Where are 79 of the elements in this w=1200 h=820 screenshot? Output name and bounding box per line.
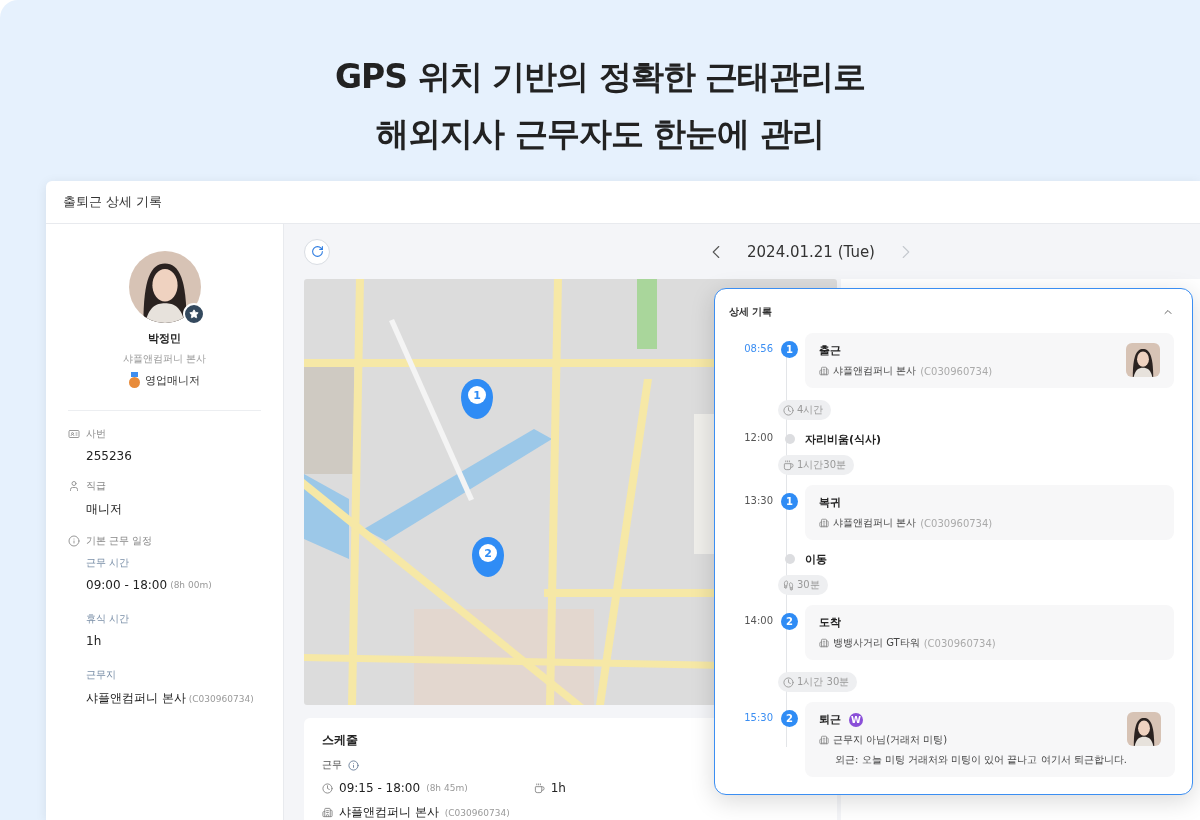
cup-icon bbox=[783, 459, 794, 471]
event-card[interactable]: 도착 뱅뱅사거리 GT타워 (C030960734) bbox=[805, 605, 1174, 660]
field-note: (8h 00m) bbox=[170, 580, 212, 590]
schedule-title: 스케줄 bbox=[322, 732, 359, 749]
event-time: 14:00 bbox=[743, 614, 773, 628]
field-label: 근무 시간 bbox=[86, 556, 131, 570]
event-code: (C030960734) bbox=[920, 365, 993, 377]
field-value: 매니저 bbox=[85, 501, 123, 518]
building-icon bbox=[819, 518, 829, 528]
medal-icon bbox=[129, 372, 140, 388]
field-value: 1h bbox=[86, 634, 102, 648]
duration-pill: 30분 bbox=[778, 575, 828, 595]
cup-icon bbox=[533, 782, 545, 794]
schedule-place: 샤플앤컴퍼니 본사 bbox=[339, 804, 439, 820]
popup-title: 상세 기록 bbox=[729, 305, 773, 319]
profile-name: 박정민 bbox=[148, 331, 181, 346]
field-label: 근무지 bbox=[86, 668, 117, 682]
event-code: (C030960734) bbox=[923, 637, 996, 649]
event-place: 근무지 아님(거래처 미팅) bbox=[833, 733, 948, 747]
field-label: 사번 bbox=[86, 427, 106, 441]
headline: GPS 위치 기반의 정확한 근태관리로 bbox=[335, 56, 865, 98]
schedule-code: (C030960734) bbox=[444, 807, 510, 818]
event-title: 이동 bbox=[805, 552, 828, 567]
field-value: 09:00 - 18:00 bbox=[86, 578, 168, 592]
person-icon bbox=[68, 480, 80, 492]
profile-role: 영업매니저 bbox=[145, 372, 200, 388]
clock-icon bbox=[783, 676, 794, 688]
id-card-icon bbox=[68, 428, 80, 440]
schedule-time: 09:15 - 18:00 bbox=[339, 781, 421, 795]
date-label: 2024.01.21 (Tue) bbox=[747, 242, 875, 261]
event-time: 08:56 bbox=[743, 342, 773, 356]
event-code: (C030960734) bbox=[920, 517, 993, 529]
duration-pill: 1시간30분 bbox=[778, 455, 855, 475]
footprints-icon bbox=[783, 579, 794, 591]
event-time: 13:30 bbox=[743, 494, 773, 508]
refresh-button[interactable] bbox=[304, 238, 330, 265]
event-title: 복귀 bbox=[819, 495, 841, 510]
field-label: 직급 bbox=[86, 479, 106, 493]
field-value: 샤플앤컴퍼니 본사 bbox=[86, 690, 186, 707]
info-icon bbox=[68, 535, 80, 547]
building-icon bbox=[322, 807, 333, 818]
headline: 해외지사 근무자도 한눈에 관리 bbox=[376, 113, 824, 155]
event-card[interactable]: 출근 샤플앤컴퍼니 본사 (C030960734) bbox=[805, 333, 1174, 388]
info-icon bbox=[348, 759, 359, 771]
step-number: 2 bbox=[781, 710, 798, 727]
duration-pill: 1시간 30분 bbox=[778, 672, 858, 692]
refresh-icon bbox=[310, 245, 324, 258]
event-place: 뱅뱅사거리 GT타워 bbox=[833, 636, 920, 650]
event-title: 자리비움(식사) bbox=[805, 432, 883, 447]
step-number: 2 bbox=[781, 613, 798, 630]
profile-company: 샤플앤컴퍼니 본사 bbox=[122, 352, 207, 366]
field-value: 255236 bbox=[85, 449, 133, 463]
clock-icon bbox=[783, 404, 794, 416]
field-label: 휴식 시간 bbox=[86, 612, 131, 626]
clock-icon bbox=[322, 782, 333, 794]
field-label: 기본 근무 일정 bbox=[86, 534, 153, 548]
schedule-duration: (8h 45m) bbox=[426, 783, 468, 793]
event-card[interactable]: 복귀 샤플앤컴퍼니 본사 (C030960734) bbox=[805, 485, 1174, 540]
event-card[interactable]: 퇴근 W 근무지 아님(거래처 미팅) 외근: 오늘 미팅 거래처와 미팅이 있어 끝나고 여기서 퇴근합니다. bbox=[805, 702, 1175, 777]
field-note: (C030960734) bbox=[188, 693, 254, 704]
event-title: 출근 bbox=[819, 343, 841, 358]
event-place: 샤플앤컴퍼니 본사 bbox=[833, 364, 917, 378]
event-place: 샤플앤컴퍼니 본사 bbox=[833, 516, 917, 530]
star-icon bbox=[188, 309, 199, 319]
event-note: 외근: 오늘 미팅 거래처와 미팅이 있어 끝나고 여기서 퇴근합니다. bbox=[834, 753, 1127, 767]
schedule-break: 1h bbox=[550, 781, 566, 795]
building-icon bbox=[819, 638, 829, 648]
event-title: 퇴근 bbox=[819, 712, 841, 727]
building-icon bbox=[819, 735, 829, 745]
step-number: 1 bbox=[781, 341, 798, 358]
event-badge: W bbox=[849, 712, 863, 727]
step-number: 1 bbox=[781, 493, 798, 510]
duration-pill: 4시간 bbox=[778, 400, 832, 420]
event-time: 12:00 bbox=[743, 431, 773, 445]
schedule-type: 근무 bbox=[322, 758, 342, 772]
building-icon bbox=[819, 366, 829, 376]
window-title: 출퇴근 상세 기록 bbox=[63, 193, 163, 211]
event-time: 15:30 bbox=[743, 711, 773, 725]
event-title: 도착 bbox=[819, 615, 841, 630]
